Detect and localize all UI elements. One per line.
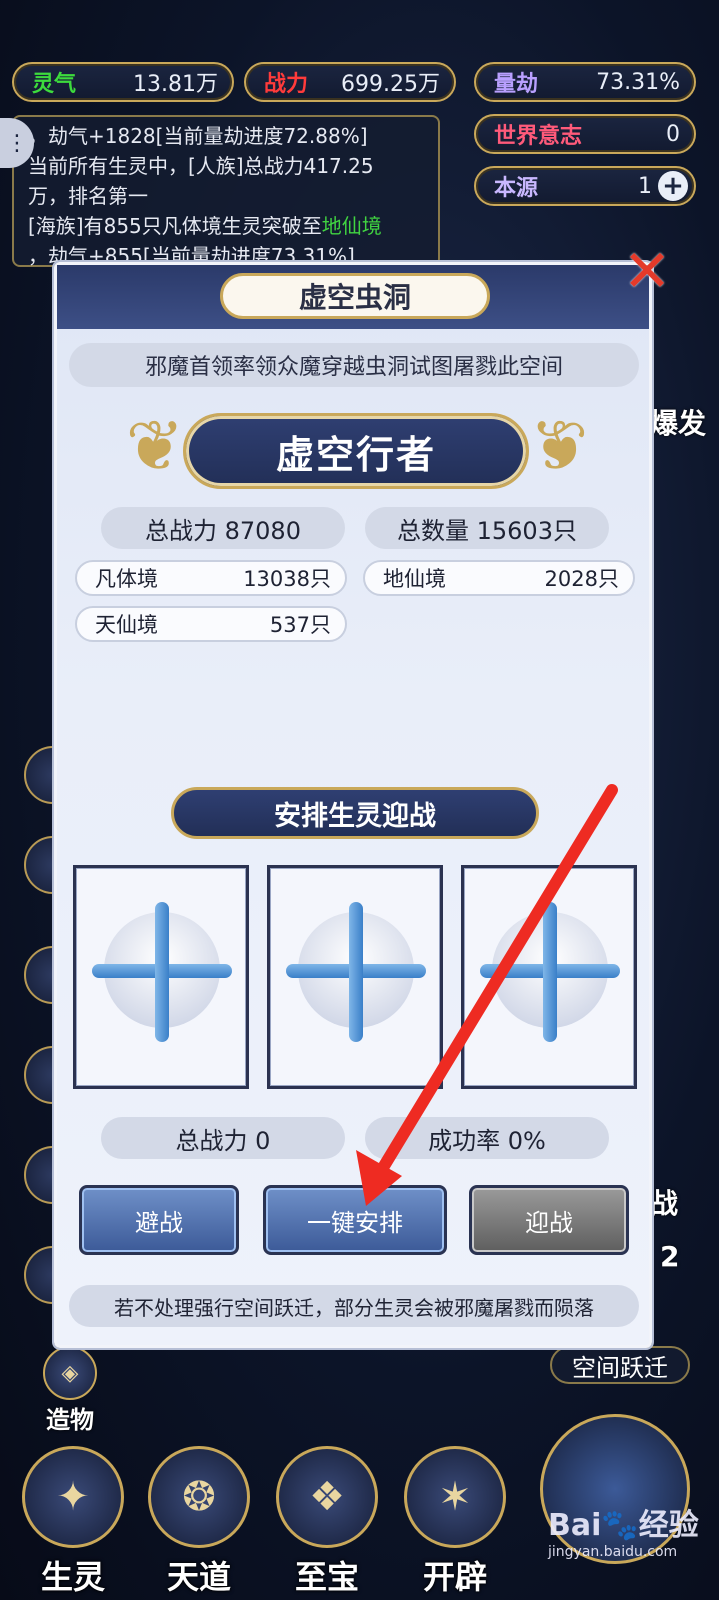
nav-zhibao[interactable]: ❖ 至宝 [272, 1446, 382, 1596]
burst-label[interactable]: 爆发 [650, 402, 716, 442]
benyuan-resource: 本源 1 + [474, 166, 696, 206]
close-button[interactable]: ✕ [615, 237, 679, 305]
realm-fanti: 凡体境 13038只 [75, 560, 347, 596]
dialog-subtitle: 邪魔首领率领众魔穿越虫洞试图屠戮此空间 [69, 343, 639, 387]
our-total-power: 总战力 0 [101, 1117, 345, 1159]
nav-label: 至宝 [294, 1558, 359, 1596]
enemy-total-count: 总数量 15603只 [365, 507, 609, 549]
add-benyuan-button[interactable]: + [658, 171, 688, 201]
space-jump-button[interactable]: 空间跃迁 [550, 1346, 690, 1384]
left-wing-icon: ❦ [125, 405, 185, 487]
fight-button[interactable]: 迎战 [469, 1185, 629, 1255]
paw-icon: 🐾 [601, 1508, 639, 1543]
arrange-section-title: 安排生灵迎战 [171, 787, 539, 839]
flame-emblem-icon: ✦ [22, 1446, 124, 1548]
nav-label: 天道 [166, 1558, 231, 1596]
enemy-total-power: 总战力 87080 [101, 507, 345, 549]
liangjie-label: 量劫 [494, 71, 539, 97]
lingqi-resource: 灵气 13.81万 [12, 62, 234, 102]
plus-icon [349, 902, 363, 1042]
nav-tiandao[interactable]: ❂ 天道 [144, 1446, 254, 1596]
zhanli-resource: 战力 699.25万 [244, 62, 456, 102]
liangjie-value: 73.31% [596, 69, 680, 95]
void-wormhole-dialog: 虚空虫洞 ✕ 邪魔首领率领众魔穿越虫洞试图屠戮此空间 ❦ 虚空行者 ❦ 总战力 … [54, 237, 671, 1348]
swirl-emblem-icon: ❂ [148, 1446, 250, 1548]
close-icon: ✕ [622, 237, 672, 305]
baidu-watermark: Bai🐾经验 jingyan.baidu.com [548, 1500, 718, 1560]
log-line: 万，排名第一 [28, 184, 148, 208]
realm-name: 地仙境 [383, 567, 446, 591]
realm-name: 天仙境 [95, 613, 158, 637]
event-log: ，劫气+1828[当前量劫进度72.88%] 当前所有生灵中，[人族]总战力41… [12, 115, 440, 268]
unit-slot-1[interactable] [73, 865, 249, 1089]
battle-label[interactable]: 战 [650, 1182, 690, 1222]
plus-icon [155, 902, 169, 1042]
shijie-label: 世界意志 [494, 123, 583, 149]
realm-tianxian: 天仙境 537只 [75, 606, 347, 642]
avoid-battle-button[interactable]: 避战 [79, 1185, 239, 1255]
auto-arrange-button[interactable]: 一键安排 [263, 1185, 447, 1255]
create-button[interactable]: ◈ 造物 [30, 1346, 110, 1434]
crystal-emblem-icon: ✶ [404, 1446, 506, 1548]
log-line: ，劫气+1828[当前量劫进度72.88%] [28, 124, 368, 148]
lingqi-value: 13.81万 [133, 72, 218, 97]
create-label: 造物 [46, 1406, 94, 1434]
realm-count: 537只 [269, 613, 331, 637]
lingqi-label: 灵气 [32, 71, 77, 97]
log-highlight: 地仙境 [321, 214, 382, 238]
unit-slot-2[interactable] [267, 865, 443, 1089]
watermark-text: 经验 [638, 1508, 699, 1543]
nav-label: 生灵 [40, 1558, 105, 1596]
zhanli-label: 战力 [264, 71, 309, 97]
realm-count: 13038只 [243, 567, 331, 591]
benyuan-label: 本源 [494, 175, 539, 201]
shijie-value: 0 [666, 121, 680, 147]
watermark-brand: Bai [548, 1508, 602, 1543]
nav-kaipi[interactable]: ✶ 开辟 [400, 1446, 510, 1596]
plus-icon [543, 902, 557, 1042]
count-badge: 2 [660, 1240, 680, 1273]
dialog-title: 虚空虫洞 [220, 273, 490, 319]
treasure-emblem-icon: ❖ [276, 1446, 378, 1548]
zhanli-value: 699.25万 [341, 72, 440, 97]
nav-label: 开辟 [422, 1558, 487, 1596]
log-line: 当前所有生灵中，[人族]总战力417.25 [28, 154, 374, 178]
log-line: [海族]有855只凡体境生灵突破至地仙境 [28, 211, 428, 241]
watermark-url: jingyan.baidu.com [548, 1544, 678, 1560]
success-rate: 成功率 0% [365, 1117, 609, 1159]
dialog-footer-note: 若不处理强行空间跃迁，部分生灵会被邪魔屠戮而陨落 [69, 1285, 639, 1327]
liangjie-resource: 量劫 73.31% [474, 62, 696, 102]
log-text: [海族]有855只凡体境生灵突破至 [28, 214, 322, 238]
realm-name: 凡体境 [95, 567, 158, 591]
right-wing-icon: ❦ [529, 405, 589, 487]
realm-count: 2028只 [544, 567, 619, 591]
nav-shengling[interactable]: ✦ 生灵 [18, 1446, 128, 1596]
shijie-resource: 世界意志 0 [474, 114, 696, 154]
unit-slot-3[interactable] [461, 865, 637, 1089]
enemy-name: 虚空行者 [183, 413, 529, 489]
realm-dixian: 地仙境 2028只 [363, 560, 635, 596]
plus-icon: + [662, 171, 684, 201]
diamond-icon: ◈ [43, 1346, 97, 1400]
benyuan-value: 1 [638, 173, 652, 199]
